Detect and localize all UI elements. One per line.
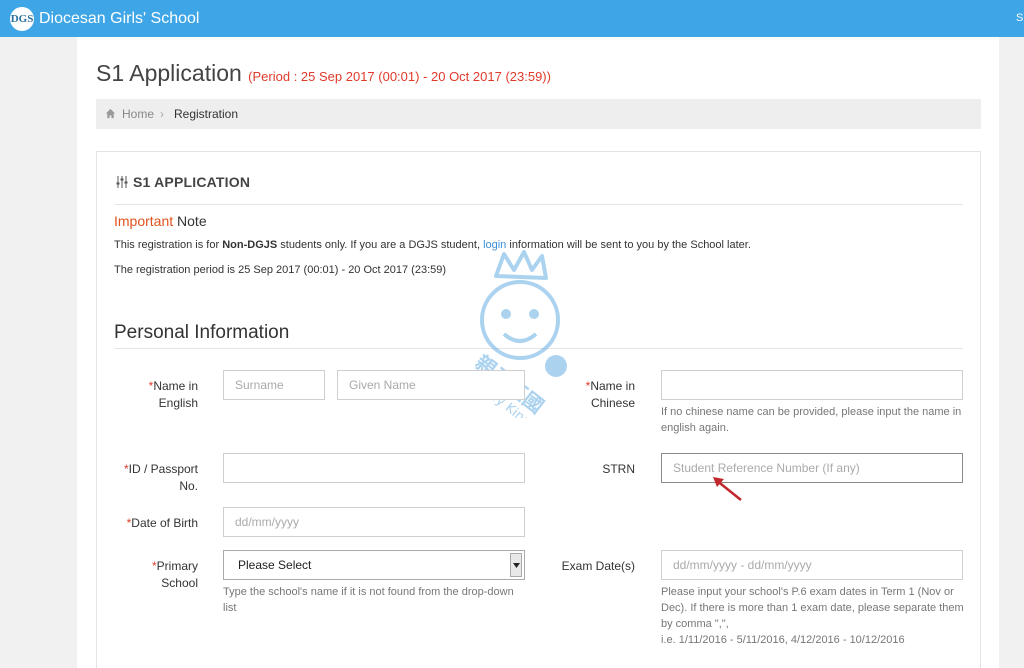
name-chinese-label-text: Name in Chinese (590, 379, 635, 410)
important-note-title: Important Note (114, 213, 207, 229)
panel-heading-text: S1 APPLICATION (133, 174, 251, 190)
section-divider (114, 348, 963, 349)
note-line-1-pre: This registration is for (114, 239, 223, 251)
exam-dates-input[interactable]: dd/mm/yyyy - dd/mm/yyyy (661, 550, 963, 580)
primary-school-help: Type the school's name if it is not foun… (223, 586, 514, 614)
id-passport-label: *ID / Passport No. (110, 461, 198, 495)
id-passport-input[interactable] (223, 453, 525, 483)
school-logo[interactable]: DGS (10, 7, 34, 31)
strn-label: STRN (602, 462, 635, 476)
note-line-1-mid: students only. If you are a DGJS student… (277, 239, 484, 251)
surname-input[interactable]: Surname (223, 370, 325, 400)
primary-school-selected: Please Select (238, 558, 312, 572)
exam-dates-label: Exam Date(s) (561, 559, 635, 573)
id-passport-label-text: ID / Passport No. (128, 462, 198, 493)
primary-school-select[interactable]: Please Select (223, 550, 525, 580)
home-icon (105, 108, 116, 119)
breadcrumb-home-link[interactable]: Home (122, 107, 154, 121)
exam-dates-example: i.e. 1/11/2016 - 5/11/2016, 4/12/2016 - … (661, 634, 905, 646)
name-chinese-label: *Name in Chinese (575, 378, 635, 412)
breadcrumb-current: Registration (174, 107, 239, 121)
top-navbar: DGS Diocesan Girls' School S (0, 0, 1024, 37)
login-link[interactable]: login (483, 239, 506, 251)
page-title-text: S1 Application (96, 60, 242, 86)
panel-heading: S1 APPLICATION (115, 174, 250, 190)
annotation-arrow-icon (713, 477, 742, 501)
exam-dates-help: Please input your school's P.6 exam date… (661, 584, 967, 648)
given-name-input[interactable]: Given Name (337, 370, 525, 400)
personal-info-title: Personal Information (114, 322, 290, 343)
page-title: S1 Application (Period : 25 Sep 2017 (00… (96, 60, 551, 87)
non-dgjs-text: Non-DGJS (222, 239, 278, 251)
name-english-label: *Name in English (130, 378, 198, 412)
topbar-cut-off-text: S (1016, 12, 1024, 24)
primary-school-label: *Primary School (130, 558, 198, 592)
primary-school-label-text: Primary School (156, 559, 198, 590)
date-of-birth-label-text: Date of Birth (131, 516, 198, 530)
application-period: (Period : 25 Sep 2017 (00:01) - 20 Oct 2… (248, 69, 551, 84)
important-label: Important (114, 213, 174, 229)
breadcrumb-separator: › (160, 107, 164, 121)
sliders-icon (116, 176, 128, 188)
note-label: Note (177, 213, 207, 229)
name-chinese-help: If no chinese name can be provided, plea… (661, 406, 962, 434)
brand-name[interactable]: Diocesan Girls' School (39, 10, 199, 28)
strn-input[interactable]: Student Reference Number (If any) (661, 453, 963, 483)
note-line-1: This registration is for Non-DGJS studen… (114, 239, 751, 251)
name-english-label-text: Name in English (153, 379, 198, 410)
caret-down-icon (513, 563, 520, 568)
panel-divider (115, 204, 963, 205)
name-chinese-input[interactable] (661, 370, 963, 400)
date-of-birth-input[interactable]: dd/mm/yyyy (223, 507, 525, 537)
note-line-2: The registration period is 25 Sep 2017 (… (114, 264, 447, 276)
exam-dates-help-text: Please input your school's P.6 exam date… (661, 586, 964, 630)
breadcrumb: Home › Registration (96, 99, 981, 129)
date-of-birth-label: *Date of Birth (110, 515, 198, 532)
note-line-1-post: information will be sent to you by the S… (506, 239, 751, 251)
dropdown-button[interactable] (510, 553, 522, 577)
